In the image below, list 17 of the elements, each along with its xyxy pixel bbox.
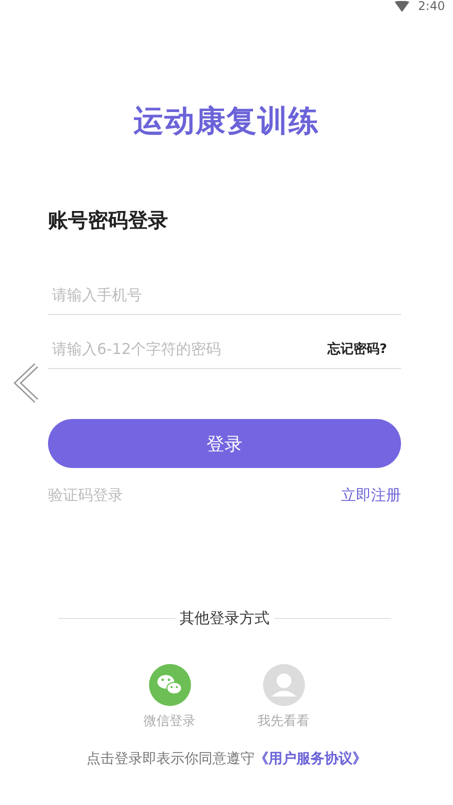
wifi-icon xyxy=(394,0,410,12)
agreement-text: 点击登录即表示你同意遵守《用户服务协议》 xyxy=(86,750,368,768)
other-methods-title: 其他登录方式 xyxy=(180,609,270,628)
forgot-password-link[interactable]: 忘记密码? xyxy=(327,340,387,358)
status-time: 2:40 xyxy=(418,0,445,12)
chat-bubbles-icon[interactable] xyxy=(148,664,190,706)
register-link[interactable]: 立即注册 xyxy=(341,486,401,505)
form-title: 账号密码登录 xyxy=(48,207,169,234)
method-label[interactable]: 我先看看 xyxy=(258,712,310,730)
method-label[interactable]: 微信登录 xyxy=(144,712,196,730)
password-field[interactable]: 请输入6-12个字符的密码 xyxy=(48,340,328,358)
user-icon[interactable] xyxy=(262,664,304,706)
login-button[interactable]: 登录 xyxy=(48,419,401,468)
phone-field[interactable]: 请输入手机号 xyxy=(48,286,401,304)
agreement-link[interactable]: 《用户服务协议》 xyxy=(254,751,366,767)
back-icon[interactable] xyxy=(12,362,40,404)
app-title: 运动康复训练 xyxy=(134,104,320,140)
